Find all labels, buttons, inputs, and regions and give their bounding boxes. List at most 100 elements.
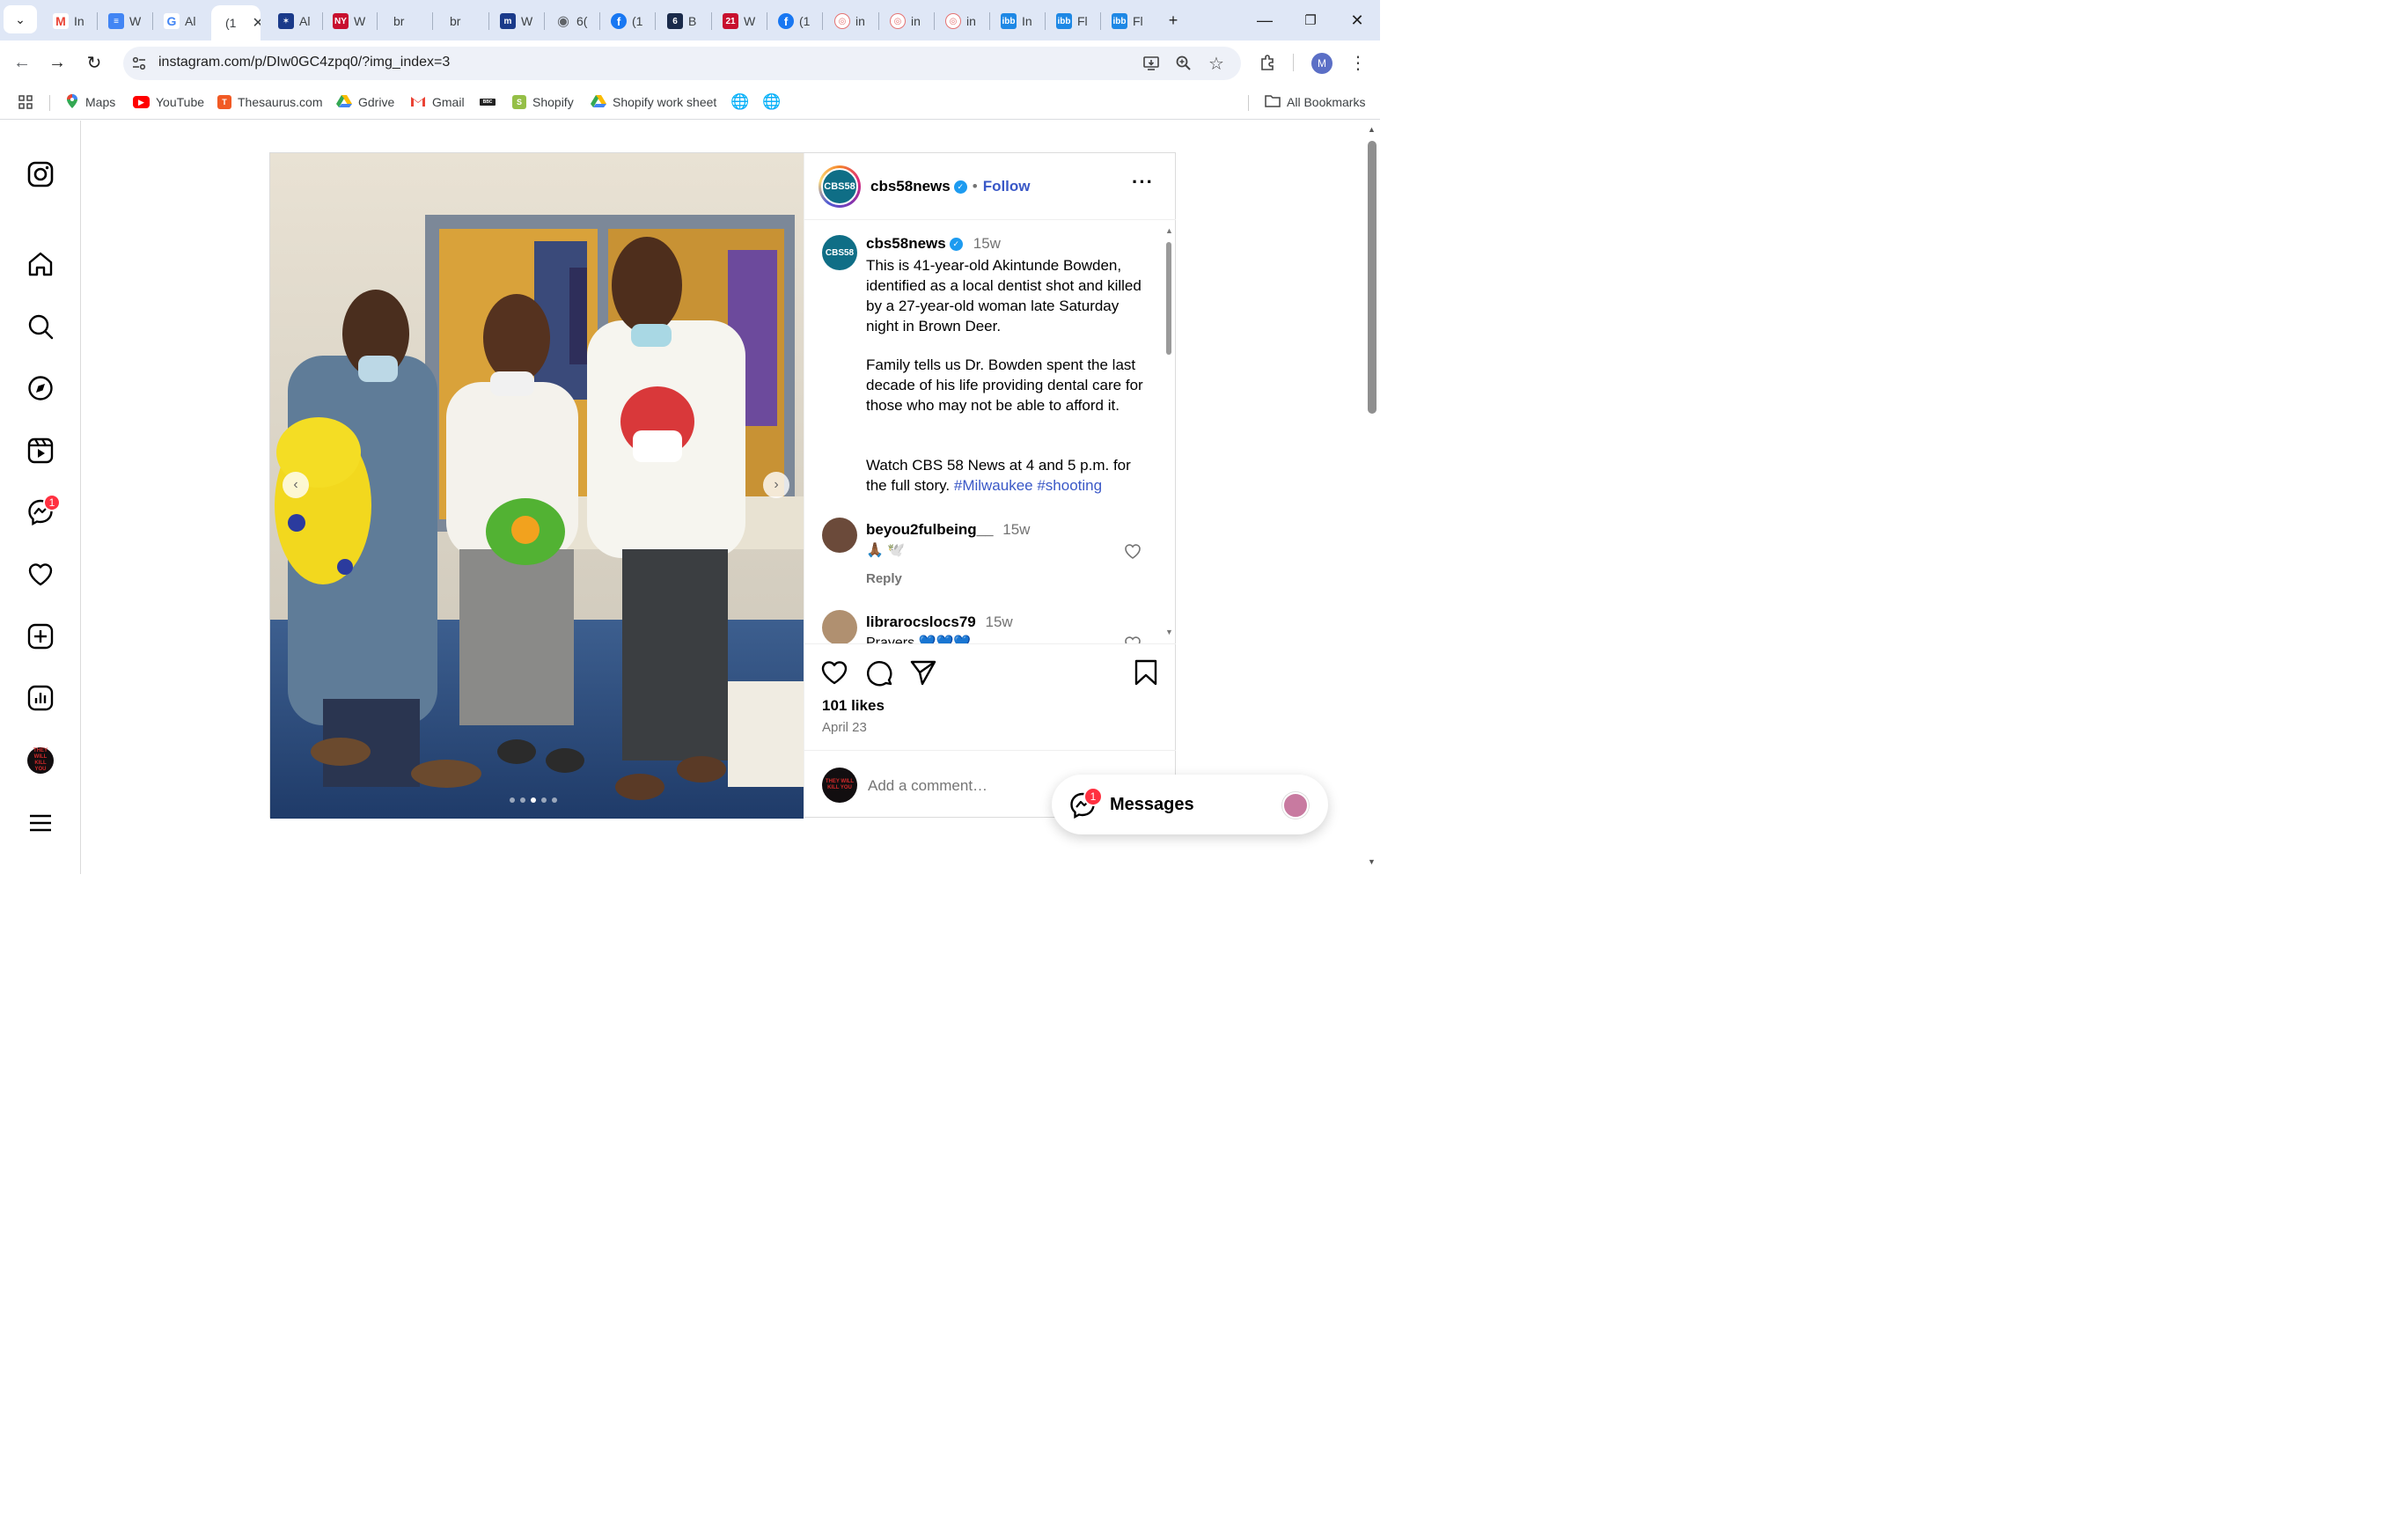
address-bar[interactable]: instagram.com/p/DIw0GC4zpq0/?img_index=3… <box>123 47 1241 80</box>
browser-tab[interactable]: br <box>436 7 488 35</box>
browser-tab[interactable]: ◎ in <box>826 7 878 35</box>
likes-count[interactable]: 101 likes <box>822 697 885 715</box>
restore-button[interactable]: ❐ <box>1293 7 1328 33</box>
comment-username[interactable]: librarocslocs79 <box>866 614 976 630</box>
profile-avatar[interactable]: M <box>1311 53 1332 74</box>
follow-button[interactable]: Follow <box>983 178 1031 195</box>
reload-button[interactable]: ↻ <box>81 49 107 76</box>
extensions-icon[interactable] <box>1254 49 1281 76</box>
browser-tab[interactable]: G Al <box>155 7 208 35</box>
carousel-next-button[interactable]: › <box>763 472 789 498</box>
post-date[interactable]: April 23 <box>822 720 867 735</box>
globe-icon[interactable]: 🌐 <box>730 92 749 112</box>
post-image <box>270 153 804 819</box>
browser-tab[interactable]: NY W <box>324 7 377 35</box>
comment-bubble-icon[interactable] <box>865 658 893 691</box>
messages-button[interactable]: 1 Messages <box>1052 775 1328 834</box>
tab-search-button[interactable]: ⌄ <box>4 5 37 33</box>
caption-time: 15w <box>973 235 1001 252</box>
browser-tab[interactable]: f (1 <box>602 7 655 35</box>
dashboard-chart-icon[interactable] <box>25 682 56 714</box>
comments-scrollbar[interactable]: ▲ ▼ <box>1164 226 1174 640</box>
bookmark-gdrive[interactable]: Gdrive <box>336 92 394 112</box>
close-tab-icon[interactable]: ✕ <box>252 14 261 32</box>
more-options-icon[interactable]: ··· <box>1132 171 1154 194</box>
browser-tab[interactable]: (1 ✕ <box>211 5 261 40</box>
caption-avatar[interactable]: CBS58 <box>822 235 857 270</box>
browser-tab[interactable]: 6B <box>658 7 711 35</box>
tab-title: W <box>744 14 756 28</box>
browser-tab[interactable]: ◎ in <box>936 7 989 35</box>
instagram-logo-icon[interactable] <box>25 158 56 190</box>
tab-separator <box>377 12 378 30</box>
like-comment-heart-icon[interactable] <box>1124 635 1142 643</box>
commenter-avatar[interactable] <box>822 610 857 643</box>
browser-tab[interactable]: br <box>379 7 432 35</box>
scrollbar-thumb[interactable] <box>1166 242 1171 355</box>
forward-button[interactable]: → <box>44 49 70 76</box>
menu-kebab-icon[interactable]: ⋮ <box>1345 49 1371 76</box>
hashtags[interactable]: #Milwaukee #shooting <box>954 477 1102 494</box>
minimize-button[interactable]: — <box>1247 7 1282 33</box>
home-icon[interactable] <box>25 248 56 280</box>
browser-tab[interactable]: ibb In <box>992 7 1045 35</box>
bookmark-maps[interactable]: Maps <box>65 92 115 112</box>
browser-tab[interactable]: ibb Fl <box>1103 7 1156 35</box>
apps-grid-icon[interactable] <box>18 92 33 112</box>
post-author: cbs58news ✓ • Follow <box>870 178 1031 195</box>
browser-tab[interactable]: f (1 <box>769 7 822 35</box>
bookmark-gmail[interactable]: Gmail <box>410 92 465 112</box>
browser-tab[interactable]: M In <box>44 7 97 35</box>
add-comment-input[interactable] <box>866 775 1042 797</box>
back-button[interactable]: ← <box>9 49 35 76</box>
browser-tab[interactable]: ✶ Al <box>269 7 322 35</box>
browser-toolbar: ← → ↻ instagram.com/p/DIw0GC4zpq0/?img_i… <box>0 40 1380 84</box>
comment-username[interactable]: beyou2fulbeing__ <box>866 521 994 538</box>
zoom-icon[interactable] <box>1173 53 1194 74</box>
browser-tab[interactable]: 21 W <box>714 7 767 35</box>
bookmark-youtube[interactable]: ▶ YouTube <box>133 92 204 112</box>
browser-tab[interactable]: ≡ W <box>99 7 152 35</box>
share-send-icon[interactable] <box>909 658 937 691</box>
new-tab-button[interactable]: + <box>1156 7 1191 33</box>
like-heart-icon[interactable] <box>820 658 848 691</box>
search-icon[interactable] <box>25 311 56 342</box>
page-scrollbar-thumb[interactable] <box>1368 141 1377 414</box>
post-photo[interactable]: ‹ › <box>270 153 804 819</box>
carousel-prev-button[interactable]: ‹ <box>283 472 309 498</box>
browser-tab[interactable]: mW <box>491 7 544 35</box>
notifications-heart-icon[interactable] <box>25 558 56 590</box>
profile-avatar[interactable]: THEY WILL KILL YOU <box>25 745 56 776</box>
bookmark-star-icon[interactable]: ☆ <box>1206 53 1227 74</box>
site-info-icon[interactable] <box>128 53 150 74</box>
story-ring[interactable]: CBS58 <box>819 165 861 208</box>
commenter-avatar[interactable] <box>822 518 857 553</box>
reels-icon[interactable] <box>25 435 56 467</box>
caption-username[interactable]: cbs58news <box>866 235 946 253</box>
carousel-dot <box>520 797 525 803</box>
bookmark-shopify[interactable]: S Shopify <box>512 92 574 112</box>
bookmark-bbc[interactable]: BBC <box>480 92 496 112</box>
explore-compass-icon[interactable] <box>25 372 56 404</box>
like-comment-heart-icon[interactable] <box>1124 542 1142 564</box>
close-window-button[interactable]: ✕ <box>1340 7 1375 33</box>
save-bookmark-icon[interactable] <box>1132 658 1160 691</box>
tab-separator <box>97 12 98 30</box>
username-link[interactable]: cbs58news <box>870 178 951 195</box>
more-menu-icon[interactable] <box>25 807 56 839</box>
page-scrollbar[interactable]: ▲ ▼ <box>1366 123 1378 871</box>
bookmark-shopify-work-sheet[interactable]: Shopify work sheet <box>591 92 716 112</box>
install-app-icon[interactable] <box>1141 53 1162 74</box>
docs-icon: ≡ <box>108 13 124 29</box>
browser-tab[interactable]: ibb Fl <box>1047 7 1100 35</box>
globe-icon[interactable]: 🌐 <box>762 92 781 112</box>
create-plus-icon[interactable] <box>25 621 56 652</box>
comments-list[interactable]: CBS58 cbs58news ✓ 15w This is 41-year-ol… <box>804 221 1176 643</box>
bookmark-thesaurus[interactable]: T Thesaurus.com <box>217 92 322 112</box>
reply-button[interactable]: Reply <box>866 571 902 586</box>
all-bookmarks-button[interactable]: All Bookmarks <box>1265 92 1365 112</box>
shield-icon: ◎ <box>834 13 850 29</box>
browser-tab[interactable]: ◉ 6( <box>547 7 599 35</box>
messenger-icon[interactable]: 1 <box>25 494 61 528</box>
browser-tab[interactable]: ◎ in <box>881 7 934 35</box>
